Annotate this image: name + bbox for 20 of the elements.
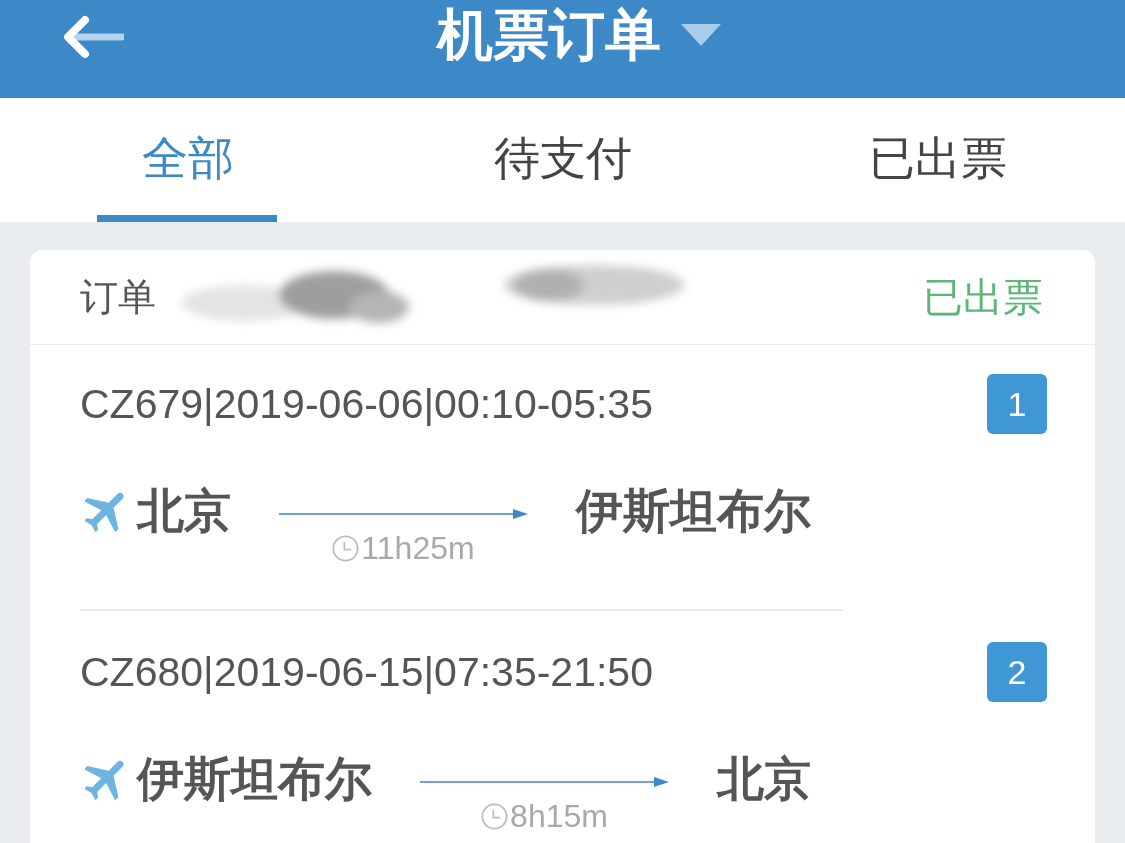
dropdown-triangle-icon: [680, 24, 721, 46]
destination-city: 伊斯坦布尔: [576, 483, 811, 539]
title-dropdown[interactable]: 机票订单: [436, 7, 721, 63]
order-label: 订单: [80, 274, 156, 321]
segment-number: 1: [987, 374, 1047, 434]
segment-number: 2: [987, 642, 1047, 702]
flight-duration: 11h25m: [361, 529, 475, 567]
clock-icon: [332, 534, 360, 562]
origin-city: 北京: [137, 483, 231, 539]
order-tab[interactable]: 已出票: [750, 98, 1125, 222]
flight-info: CZ679|2019-06-06|00:10-05:35: [80, 380, 653, 428]
flight-info: CZ680|2019-06-15|07:35-21:50: [80, 648, 653, 696]
back-button[interactable]: [62, 15, 124, 59]
destination-city: 北京: [717, 751, 811, 807]
origin-city: 伊斯坦布尔: [137, 751, 372, 807]
order-status: 已出票: [923, 273, 1043, 321]
order-tab[interactable]: 待支付: [375, 98, 750, 222]
clock-icon: [481, 802, 509, 830]
order-tab[interactable]: 全部: [0, 98, 375, 222]
flight-duration: 8h15m: [510, 797, 608, 835]
